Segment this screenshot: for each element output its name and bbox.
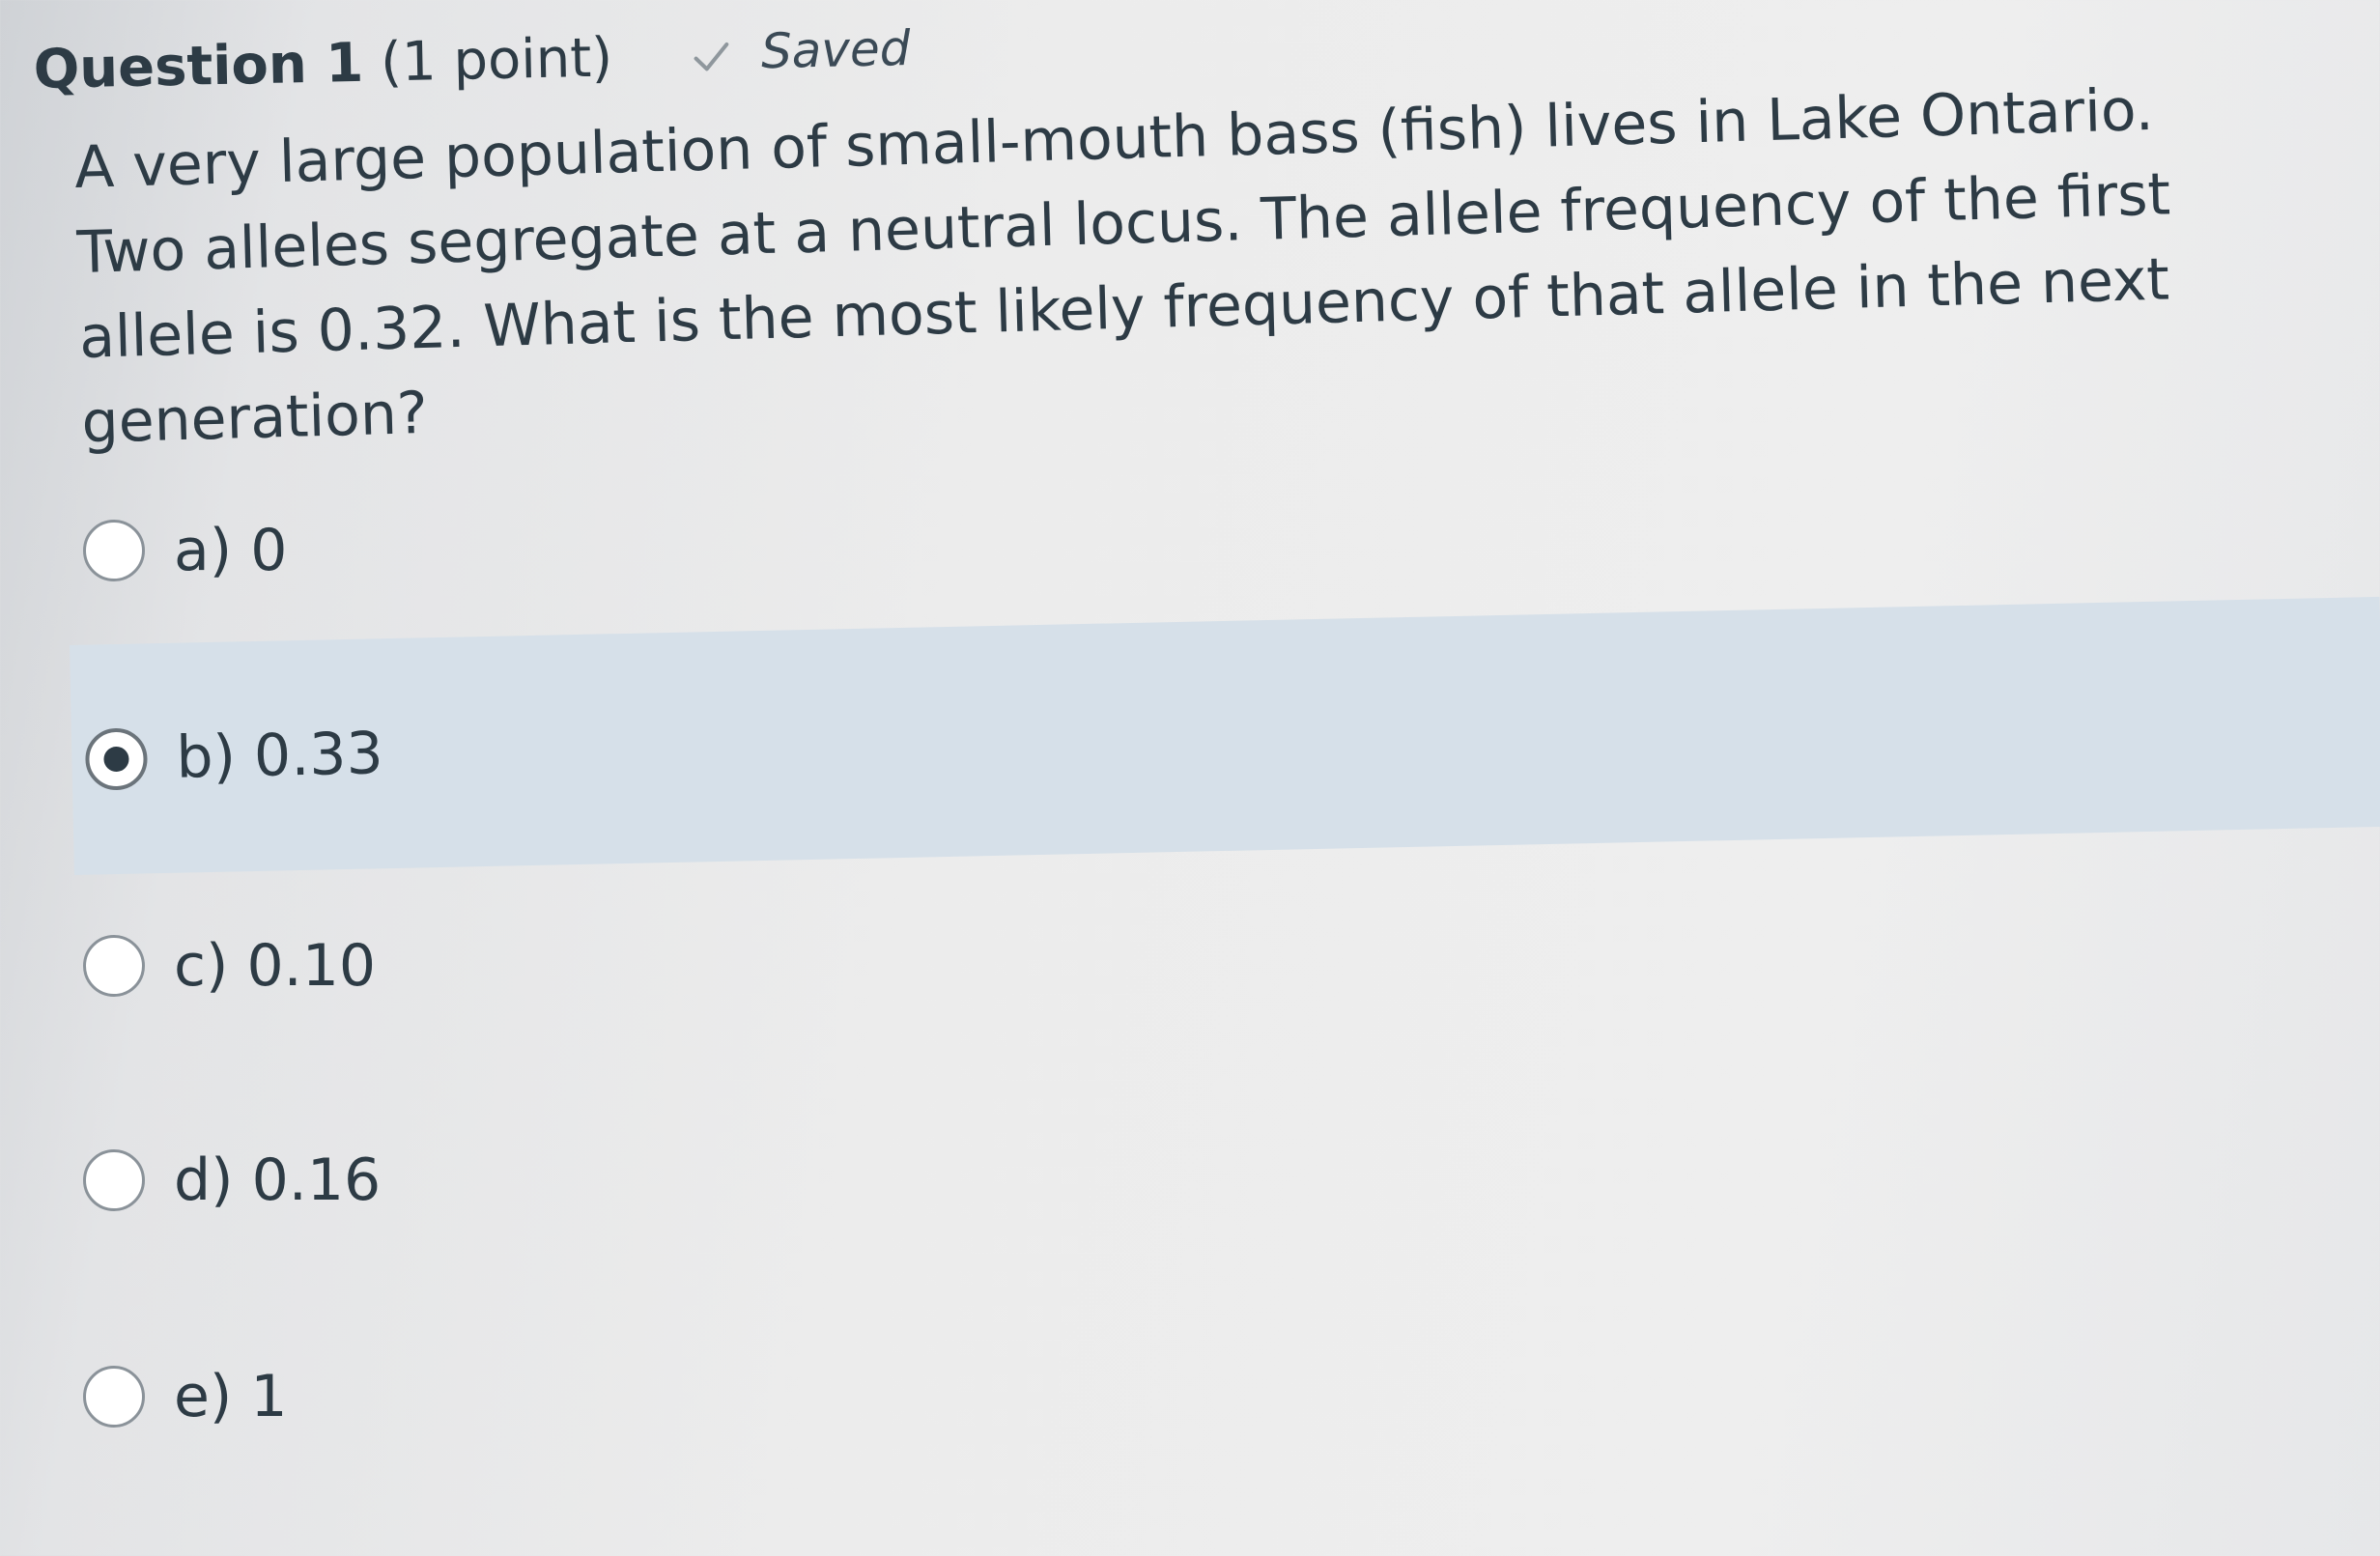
radio-button[interactable] bbox=[83, 1149, 145, 1211]
radio-button[interactable] bbox=[84, 727, 149, 791]
answer-option-c[interactable]: c) 0.10 bbox=[70, 918, 2380, 1014]
radio-button[interactable] bbox=[83, 935, 145, 997]
radio-button[interactable] bbox=[83, 520, 145, 581]
answer-list: a) 0 b) 0.33 c) 0.10 d) 0.16 e) 1 bbox=[0, 0, 2380, 1556]
answer-option-d[interactable]: d) 0.16 bbox=[70, 1132, 2380, 1229]
radio-button[interactable] bbox=[83, 1366, 145, 1428]
answer-label: c) 0.10 bbox=[174, 932, 377, 1000]
answer-label: d) 0.16 bbox=[174, 1146, 382, 1214]
answer-label: a) 0 bbox=[174, 517, 288, 584]
answer-label: b) 0.33 bbox=[175, 720, 384, 792]
answer-option-a[interactable]: a) 0 bbox=[70, 502, 2380, 599]
answer-option-e[interactable]: e) 1 bbox=[70, 1348, 2380, 1445]
answer-label: e) 1 bbox=[174, 1363, 288, 1430]
answer-option-b[interactable]: b) 0.33 bbox=[70, 596, 2380, 875]
